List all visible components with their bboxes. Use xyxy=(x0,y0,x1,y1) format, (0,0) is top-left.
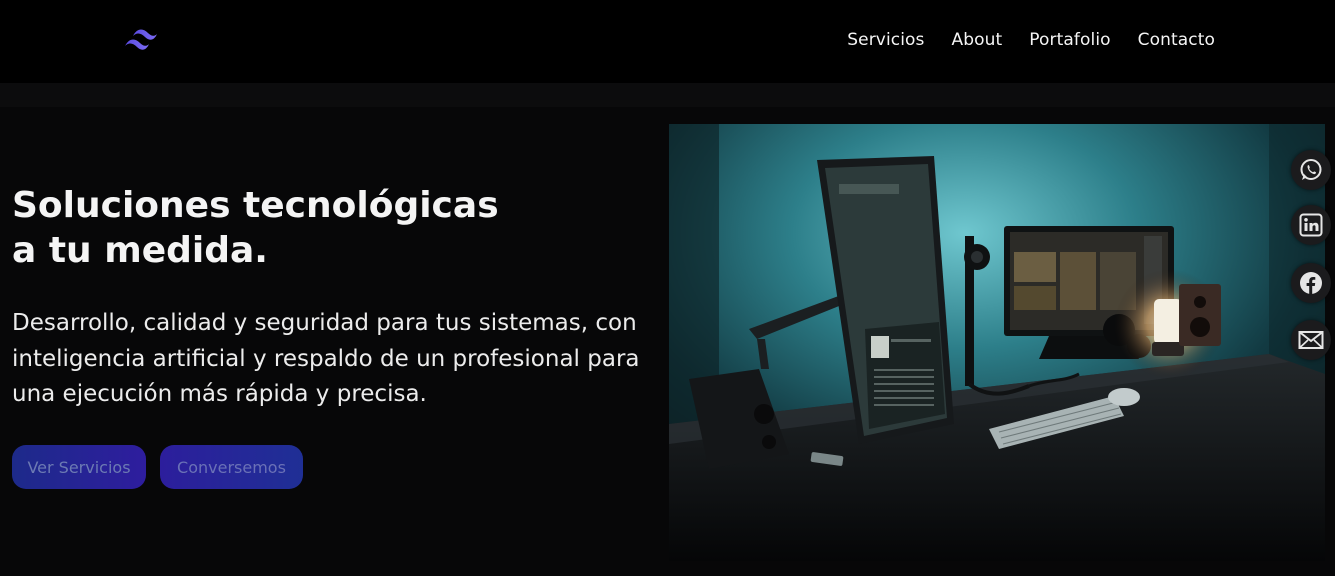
hero-title-line-2: a tu medida. xyxy=(12,230,268,271)
header-separator-band xyxy=(0,83,1335,107)
hero-section: Soluciones tecnológicas a tu medida. Des… xyxy=(0,107,1335,576)
facebook-button[interactable] xyxy=(1291,263,1331,303)
nav-link-servicios[interactable]: Servicios xyxy=(847,29,924,51)
ver-servicios-button[interactable]: Ver Servicios xyxy=(12,445,146,489)
main-nav: Servicios About Portafolio Contacto xyxy=(847,29,1215,51)
hero-desk-setup-image xyxy=(669,124,1325,561)
email-icon xyxy=(1298,331,1324,349)
navbar: Servicios About Portafolio Contacto xyxy=(0,0,1335,83)
logo-icon[interactable] xyxy=(123,27,165,53)
whatsapp-button[interactable] xyxy=(1291,150,1331,190)
tailwind-wave-logo-icon xyxy=(125,29,157,50)
linkedin-button[interactable] xyxy=(1291,205,1331,245)
nav-link-portafolio[interactable]: Portafolio xyxy=(1029,29,1110,51)
email-button[interactable] xyxy=(1291,320,1331,360)
nav-link-about[interactable]: About xyxy=(952,29,1003,51)
hero-title-line-1: Soluciones tecnológicas xyxy=(12,185,499,226)
conversemos-button[interactable]: Conversemos xyxy=(160,445,303,489)
facebook-icon xyxy=(1300,272,1322,294)
desk-setup-illustration xyxy=(669,124,1325,561)
whatsapp-icon xyxy=(1300,159,1322,180)
hero-title: Soluciones tecnológicas a tu medida. xyxy=(12,183,612,273)
hero-description: Desarrollo, calidad y seguridad para tus… xyxy=(12,310,640,407)
linkedin-icon xyxy=(1299,213,1323,237)
nav-link-contacto[interactable]: Contacto xyxy=(1138,29,1215,51)
